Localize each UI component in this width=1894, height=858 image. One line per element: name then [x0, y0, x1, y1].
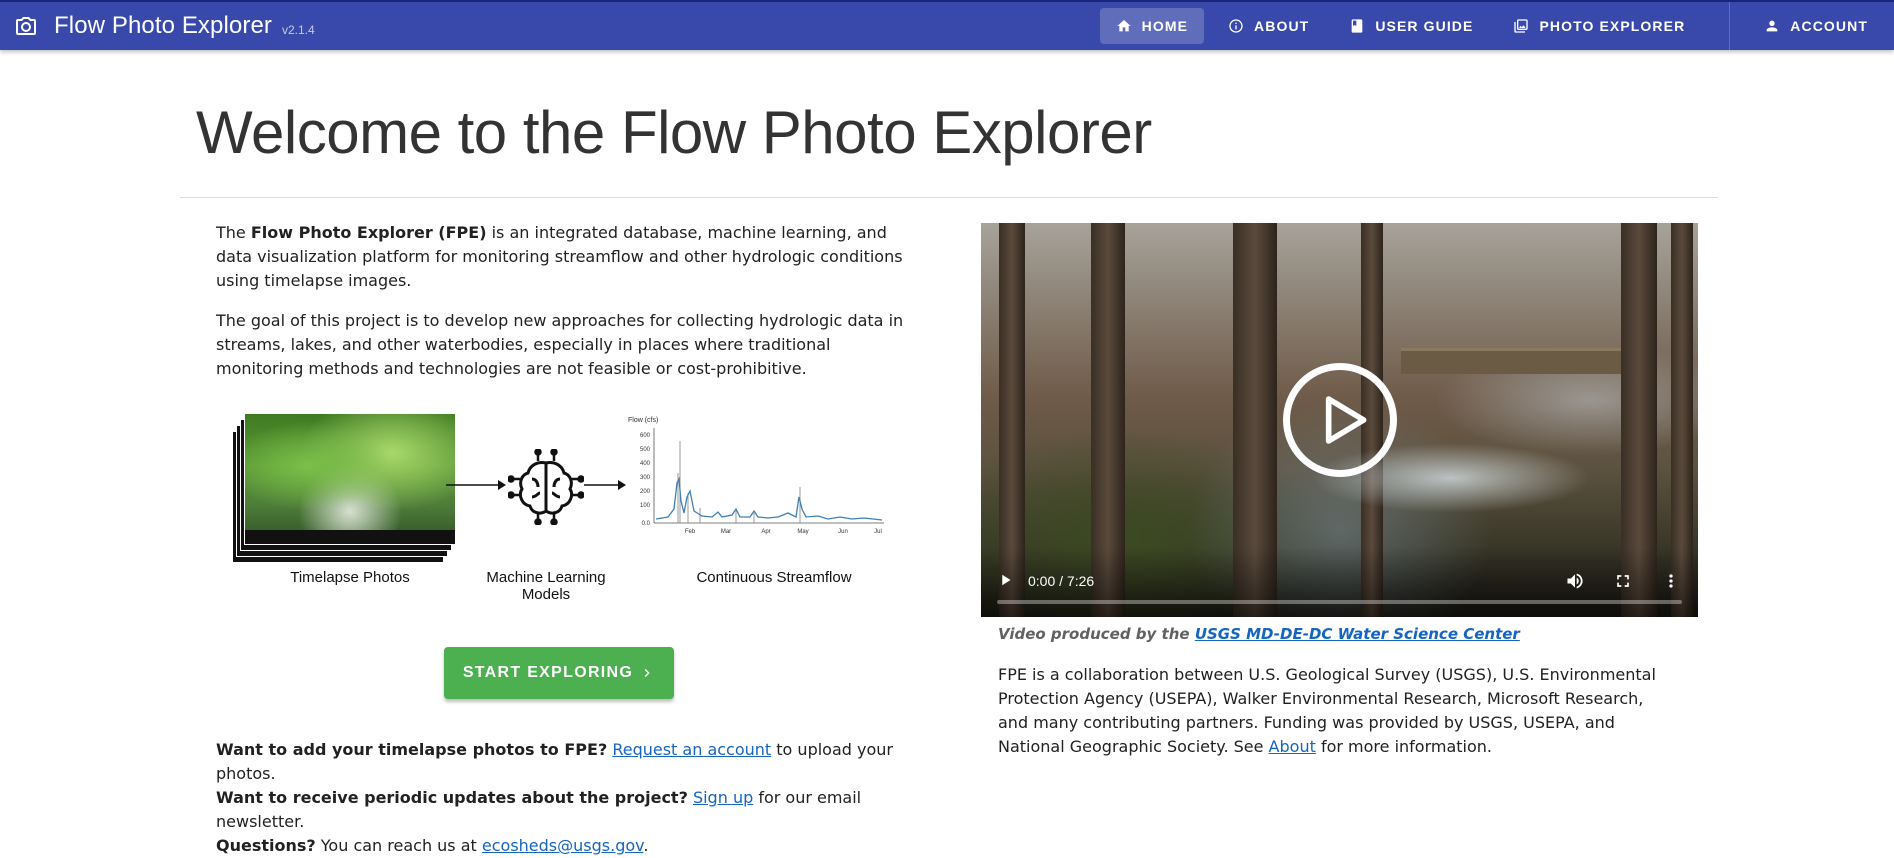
- ytick-500: 500: [640, 447, 651, 453]
- nav-user-guide[interactable]: USER GUIDE: [1333, 8, 1489, 44]
- ytick-0: 0.0: [642, 521, 651, 527]
- account-icon: [1766, 20, 1778, 32]
- workflow-diagram: Flow (cfs) 600 500 400 300 200 100 0.0 F…: [232, 413, 892, 603]
- play-icon: [1325, 396, 1367, 444]
- collaboration-paragraph: FPE is a collaboration between U.S. Geol…: [998, 663, 1658, 759]
- ytick-300: 300: [640, 475, 651, 481]
- video-player[interactable]: 0:00 / 7:26: [981, 223, 1698, 617]
- start-exploring-button[interactable]: START EXPLORING: [444, 647, 674, 699]
- faq-q2: Want to receive periodic updates about t…: [216, 788, 688, 807]
- chevron-right-icon: [644, 669, 650, 677]
- collab-end: for more information.: [1315, 737, 1492, 756]
- photo-timestamp-strip: [245, 530, 455, 544]
- volume-icon: [1567, 573, 1583, 589]
- nav-account[interactable]: ACCOUNT: [1730, 8, 1894, 44]
- xtick-jun: Jun: [838, 529, 848, 535]
- chart-ylabel: Flow (cfs): [628, 417, 658, 424]
- sign-up-link[interactable]: Sign up: [693, 788, 753, 807]
- faq-section: Want to add your timelapse photos to FPE…: [216, 738, 936, 858]
- intro-bold: Flow Photo Explorer (FPE): [250, 223, 487, 242]
- ytick-200: 200: [640, 489, 651, 495]
- nav-account-label: ACCOUNT: [1790, 18, 1868, 34]
- timelapse-photo: [244, 413, 456, 545]
- info-icon: [1229, 19, 1243, 33]
- faq-row-newsletter: Want to receive periodic updates about t…: [216, 786, 936, 834]
- label-timelapse-photos: Timelapse Photos: [290, 569, 410, 586]
- goal-paragraph: The goal of this project is to develop n…: [216, 311, 904, 378]
- play-small-icon: [1002, 574, 1011, 586]
- about-link[interactable]: About: [1269, 737, 1316, 756]
- xtick-may: May: [797, 529, 808, 535]
- xtick-apr: Apr: [761, 529, 770, 535]
- request-account-link[interactable]: Request an account: [612, 740, 771, 759]
- intro-section: The Flow Photo Explorer (FPE) is an inte…: [216, 221, 916, 397]
- faq-q3: Questions?: [216, 836, 316, 855]
- fullscreen-icon: [1617, 575, 1629, 587]
- ytick-600: 600: [640, 433, 651, 439]
- camera-icon: [16, 17, 36, 35]
- start-exploring-label: START EXPLORING: [462, 664, 634, 681]
- app-bar: Flow Photo Explorer v2.1.4 HOME ABOUT US…: [0, 0, 1894, 50]
- page-title-prefix: Welcome to the: [196, 99, 605, 166]
- video-caption: Video produced by the USGS MD-DE-DC Wate…: [998, 625, 1520, 643]
- main-nav: HOME ABOUT USER GUIDE PHOTO EXPLORER ACC…: [1096, 2, 1894, 50]
- label-ml-models: Machine Learning Models: [486, 569, 606, 603]
- play-button[interactable]: [997, 571, 1015, 593]
- page-title: Welcome to the Flow Photo Explorer: [196, 98, 1152, 167]
- title-divider: [180, 197, 1718, 198]
- video-scene-bridge: [1401, 348, 1621, 374]
- video-caption-prefix: Video produced by the: [998, 625, 1190, 643]
- brain-circuit-icon: [508, 449, 584, 525]
- xtick-mar: Mar: [721, 529, 731, 535]
- arrow-right-icon-2: [584, 480, 626, 490]
- nav-about-label: ABOUT: [1254, 18, 1310, 34]
- book-icon: [1351, 19, 1363, 33]
- app-title[interactable]: Flow Photo Explorer: [54, 12, 272, 40]
- nav-about[interactable]: ABOUT: [1212, 8, 1325, 44]
- faq-row-account: Want to add your timelapse photos to FPE…: [216, 738, 936, 786]
- app-version: v2.1.4: [282, 23, 315, 37]
- more-vert-icon: [1669, 574, 1673, 588]
- email-link[interactable]: ecosheds@usgs.gov: [482, 836, 643, 855]
- brand[interactable]: Flow Photo Explorer v2.1.4: [0, 2, 315, 50]
- intro-pre: The: [216, 223, 251, 242]
- video-time: 0:00 / 7:26: [1028, 573, 1095, 589]
- faq-q3-text: You can reach us at: [315, 836, 482, 855]
- fullscreen-button[interactable]: [1613, 571, 1633, 595]
- xtick-jul: Jul: [874, 529, 882, 535]
- label-continuous-streamflow: Continuous Streamflow: [696, 569, 852, 586]
- ytick-100: 100: [640, 503, 651, 509]
- xtick-feb: Feb: [685, 529, 696, 535]
- home-icon: [1116, 20, 1131, 32]
- streamflow-chart: Flow (cfs) 600 500 400 300 200 100 0.0 F…: [628, 417, 884, 535]
- nav-home-label: HOME: [1141, 18, 1189, 34]
- ytick-400: 400: [640, 461, 651, 467]
- photo-library-icon: [1514, 19, 1529, 33]
- water-science-center-link[interactable]: USGS MD-DE-DC Water Science Center: [1195, 625, 1520, 643]
- intro-paragraph: The Flow Photo Explorer (FPE) is an inte…: [216, 221, 906, 293]
- page-title-name: Flow Photo Explorer: [620, 99, 1152, 166]
- more-options-button[interactable]: [1661, 571, 1681, 595]
- nav-photo-explorer-label: PHOTO EXPLORER: [1539, 18, 1686, 34]
- nav-photo-explorer[interactable]: PHOTO EXPLORER: [1497, 8, 1701, 44]
- nav-home[interactable]: HOME: [1099, 8, 1205, 44]
- video-seek-bar[interactable]: [997, 600, 1682, 604]
- volume-button[interactable]: [1565, 571, 1585, 595]
- faq-q3-end: .: [643, 836, 649, 855]
- faq-row-questions: Questions? You can reach us at ecosheds@…: [216, 834, 936, 858]
- faq-q1: Want to add your timelapse photos to FPE…: [216, 740, 608, 759]
- play-overlay-button[interactable]: [1283, 363, 1397, 477]
- video-controls: 0:00 / 7:26: [981, 547, 1698, 617]
- arrow-right-icon: [446, 480, 506, 490]
- nav-user-guide-label: USER GUIDE: [1375, 18, 1474, 34]
